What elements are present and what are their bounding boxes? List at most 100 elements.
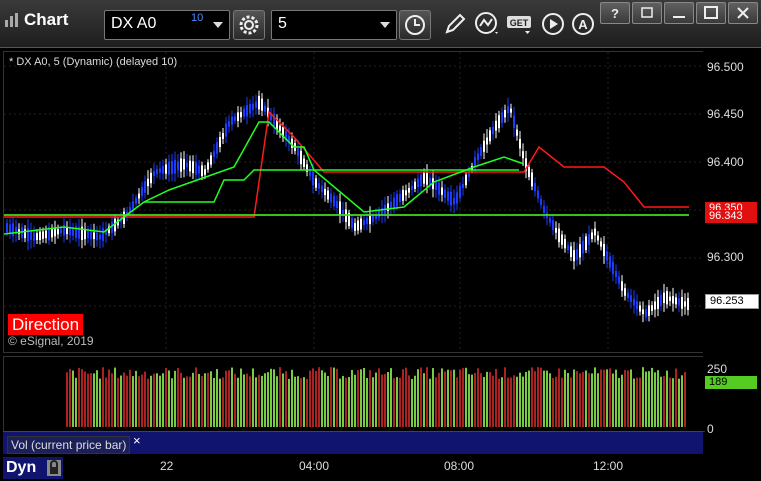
volume-bar bbox=[255, 377, 257, 427]
price-bar bbox=[498, 115, 500, 129]
replay-button[interactable] bbox=[539, 10, 567, 38]
dynamic-mode-button[interactable]: Dyn bbox=[3, 457, 63, 479]
volume-close-icon[interactable]: × bbox=[133, 433, 141, 448]
volume-bar bbox=[141, 374, 143, 427]
price-bar bbox=[489, 130, 491, 142]
volume-bar bbox=[99, 378, 101, 427]
pencil-icon bbox=[445, 13, 466, 34]
price-bar bbox=[543, 206, 545, 213]
maximize-button[interactable] bbox=[696, 2, 726, 24]
price-bar bbox=[531, 172, 533, 187]
interval-input[interactable]: 5 bbox=[271, 10, 397, 40]
price-bar bbox=[621, 281, 623, 291]
price-bar bbox=[570, 246, 572, 257]
price-bar bbox=[663, 292, 665, 304]
volume-bar bbox=[291, 369, 293, 427]
alert-button[interactable]: A bbox=[569, 10, 597, 38]
current-price-tag: 96.253 bbox=[705, 294, 759, 309]
price-bar bbox=[666, 291, 668, 305]
price-bar bbox=[96, 232, 98, 241]
volume-bar bbox=[168, 370, 170, 427]
price-bar bbox=[582, 240, 584, 254]
price-bar bbox=[555, 227, 557, 233]
volume-bar bbox=[171, 378, 173, 427]
volume-bar bbox=[504, 367, 506, 427]
volume-study-strip: Vol (current price bar) × bbox=[3, 431, 703, 454]
volume-bar bbox=[402, 369, 404, 427]
volume-bar bbox=[222, 377, 224, 427]
volume-bar bbox=[555, 376, 557, 427]
volume-bar bbox=[441, 368, 443, 427]
symbol-dropdown-icon[interactable] bbox=[213, 22, 223, 28]
volume-bar bbox=[678, 378, 680, 427]
volume-bar bbox=[552, 378, 554, 427]
volume-study-label[interactable]: Vol (current price bar) bbox=[7, 436, 131, 454]
interval-dropdown-icon[interactable] bbox=[380, 22, 390, 28]
chart-app-icon bbox=[5, 13, 18, 27]
volume-bar bbox=[315, 370, 317, 427]
volume-bar bbox=[324, 372, 326, 427]
price-bar bbox=[480, 147, 482, 156]
get-button[interactable]: GET bbox=[505, 10, 533, 38]
price-bar bbox=[483, 140, 485, 152]
volume-bar bbox=[114, 367, 116, 427]
volume-bar bbox=[369, 370, 371, 427]
volume-bar bbox=[186, 376, 188, 427]
price-chart-pane[interactable] bbox=[3, 51, 705, 353]
volume-bar bbox=[144, 371, 146, 427]
volume-bar bbox=[393, 378, 395, 427]
volume-bar bbox=[249, 376, 251, 427]
symbol-input[interactable]: DX A0 10 bbox=[104, 10, 230, 40]
volume-pane[interactable] bbox=[3, 356, 705, 432]
price-bar bbox=[594, 228, 596, 236]
price-bar bbox=[645, 309, 647, 318]
price-bar bbox=[603, 243, 605, 257]
price-bar bbox=[486, 137, 488, 145]
price-bar bbox=[6, 222, 8, 233]
price-bar bbox=[315, 178, 317, 188]
help-button[interactable]: ? bbox=[600, 2, 630, 24]
price-bar bbox=[138, 193, 140, 199]
time-button[interactable] bbox=[399, 10, 431, 40]
volume-bar bbox=[246, 373, 248, 427]
close-icon bbox=[737, 7, 749, 19]
volume-bar bbox=[309, 370, 311, 427]
volume-bar bbox=[216, 369, 218, 427]
restore-button[interactable] bbox=[632, 2, 662, 24]
volume-bar bbox=[540, 367, 542, 427]
volume-bar bbox=[282, 373, 284, 427]
price-bar bbox=[225, 123, 227, 137]
price-bar bbox=[234, 116, 236, 121]
draw-tool-button[interactable] bbox=[441, 10, 469, 38]
price-bar bbox=[597, 235, 599, 241]
price-chart[interactable] bbox=[3, 52, 704, 352]
volume-chart[interactable] bbox=[4, 357, 704, 431]
price-bar bbox=[210, 155, 212, 165]
volume-bar bbox=[93, 373, 95, 427]
volume-bar bbox=[354, 374, 356, 427]
volume-bar bbox=[261, 375, 263, 427]
price-bar bbox=[615, 270, 617, 278]
settings-button[interactable] bbox=[233, 10, 265, 40]
price-bar bbox=[561, 234, 563, 245]
volume-bar bbox=[663, 375, 665, 427]
price-bar bbox=[627, 292, 629, 298]
time-axis[interactable] bbox=[0, 454, 761, 481]
price-bar bbox=[252, 103, 254, 110]
volume-bar bbox=[453, 369, 455, 427]
volume-bar bbox=[273, 369, 275, 427]
price-bar bbox=[30, 231, 32, 240]
volume-bar bbox=[600, 369, 602, 427]
studies-button[interactable] bbox=[473, 10, 501, 38]
price-bar bbox=[39, 231, 41, 241]
volume-bar bbox=[561, 377, 563, 427]
close-button[interactable] bbox=[728, 2, 758, 24]
price-bar bbox=[237, 112, 239, 121]
volume-bar bbox=[612, 373, 614, 427]
price-bar bbox=[192, 161, 194, 174]
volume-bar bbox=[657, 370, 659, 427]
price-bar bbox=[51, 228, 53, 238]
price-bar bbox=[279, 125, 281, 131]
minimize-button[interactable] bbox=[664, 2, 694, 24]
volume-bar bbox=[549, 373, 551, 427]
